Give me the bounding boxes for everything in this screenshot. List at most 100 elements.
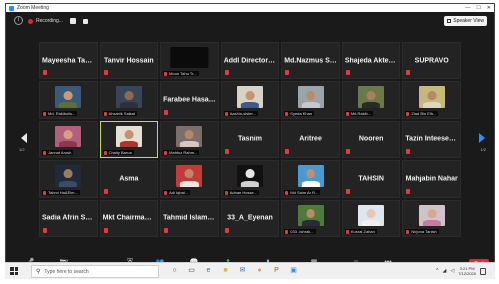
participant-tile[interactable]: Mkt Chairman,... bbox=[99, 199, 159, 237]
participant-body bbox=[59, 180, 78, 187]
chrome-icon[interactable]: ● bbox=[255, 266, 264, 276]
participant-video bbox=[176, 165, 203, 187]
powerpoint-icon[interactable]: P bbox=[272, 266, 281, 276]
previous-page-arrow-icon[interactable] bbox=[21, 133, 27, 143]
participant-tile[interactable]: Kusrat Zahan bbox=[341, 199, 401, 237]
participant-tile[interactable]: Tahmid Islam_62 bbox=[160, 199, 219, 237]
participant-tile[interactable]: Jannat Arush bbox=[39, 120, 98, 159]
mic-muted-icon bbox=[43, 190, 46, 195]
participant-name: Kusrat Zahan bbox=[350, 229, 375, 234]
taskbar-search-box[interactable]: ⚲ Type here to search bbox=[31, 265, 159, 278]
participant-tile[interactable]: Tasnim bbox=[220, 120, 280, 159]
participant-tile[interactable]: Mahfuz Rahm... bbox=[160, 120, 219, 159]
participant-tile[interactable]: Farabee Hasan... bbox=[160, 81, 219, 119]
edge-icon[interactable]: e bbox=[204, 266, 213, 276]
participant-body bbox=[59, 141, 78, 148]
speaker-view-button[interactable]: Speaker View bbox=[444, 16, 487, 26]
network-icon[interactable]: ◢ bbox=[442, 268, 446, 274]
participant-tile[interactable]: TAHSIN bbox=[341, 160, 401, 198]
participant-body bbox=[119, 141, 138, 148]
participant-tile[interactable]: Syeda Khan bbox=[281, 81, 340, 119]
participant-name-label: Adi Iqbal... bbox=[163, 189, 191, 195]
close-icon[interactable]: ✕ bbox=[487, 5, 491, 11]
mic-muted-icon bbox=[345, 70, 350, 76]
window-title: Zoom Meeting bbox=[17, 5, 49, 11]
system-tray: ^ ◢ ◁ 3:21 PM 7/12/2020 bbox=[436, 266, 486, 276]
participant-video bbox=[115, 125, 142, 148]
participant-video bbox=[55, 165, 82, 187]
meeting-info-icon[interactable]: i bbox=[14, 16, 23, 25]
participant-body bbox=[301, 180, 320, 187]
participant-name: Md.Rakib... bbox=[350, 110, 372, 116]
windows-taskbar: ⚲ Type here to search ○ ▭ e ■ ✉ ● P ▣ ^ ◢ ◁ 3:2… bbox=[5, 262, 495, 279]
mic-muted-icon bbox=[224, 70, 229, 76]
participant-name: TAHSIN bbox=[358, 175, 384, 183]
participant-tile[interactable]: 033 -Ishrak... bbox=[281, 199, 340, 237]
participant-tile[interactable]: Sadia Afrin Swe... bbox=[39, 199, 98, 237]
participant-tile[interactable]: Ziad Bin Elh... bbox=[402, 81, 461, 119]
participant-tile[interactable]: Ahsanik Saikat bbox=[99, 81, 159, 119]
mic-muted-icon bbox=[285, 190, 289, 195]
tray-up-arrow-icon[interactable]: ^ bbox=[436, 268, 438, 274]
participant-tile[interactable]: Adi Iqbal... bbox=[160, 160, 219, 198]
volume-icon[interactable]: ◁ bbox=[450, 268, 454, 274]
participant-tile[interactable]: Md.Nazmus Sh... bbox=[281, 42, 340, 80]
participant-name: Sadia Afrin Swe... bbox=[42, 214, 97, 222]
participant-tile[interactable]: Tanvir Hossain bbox=[99, 42, 159, 80]
participant-tile[interactable]: Md Saim Ar R... bbox=[281, 160, 340, 198]
file-explorer-icon[interactable]: ■ bbox=[221, 266, 230, 276]
participant-tile[interactable]: Asma bbox=[99, 160, 159, 198]
mail-icon[interactable]: ✉ bbox=[238, 266, 247, 276]
participant-face bbox=[124, 130, 134, 140]
participant-video bbox=[115, 86, 142, 108]
system-clock[interactable]: 3:21 PM 7/12/2020 bbox=[458, 266, 476, 276]
participant-name: Tanvir Hossain bbox=[104, 57, 154, 65]
participant-tile[interactable]: Mahjabin Nahar bbox=[402, 160, 461, 198]
participant-face bbox=[306, 169, 315, 179]
participant-tile[interactable]: Aashin-sister... bbox=[220, 81, 280, 119]
participant-name: Mayeesha Tasn... bbox=[42, 57, 97, 65]
participant-name: Ziad Bin Elh... bbox=[411, 110, 437, 116]
participant-tile[interactable]: Mayeesha Tasn... bbox=[39, 42, 98, 80]
participant-name: Jannat Arush bbox=[48, 150, 72, 156]
participant-video bbox=[418, 86, 445, 108]
participant-tile[interactable]: Chaity Barua bbox=[99, 120, 159, 159]
participant-name: Aashin-sister... bbox=[229, 110, 256, 116]
participant-tile[interactable]: Nooren bbox=[341, 120, 401, 159]
participant-face bbox=[427, 208, 437, 218]
zoom-icon[interactable]: ▣ bbox=[289, 266, 298, 276]
participant-tile[interactable]: Moon Tahu Tr... bbox=[160, 42, 219, 80]
participant-body bbox=[240, 101, 260, 108]
participant-tile[interactable]: Addl Director C... bbox=[220, 42, 280, 80]
participant-tile[interactable]: Tazin Inteeser (... bbox=[402, 120, 461, 159]
participant-tile[interactable]: Adnan Hosse... bbox=[220, 160, 280, 198]
notifications-icon[interactable] bbox=[480, 267, 486, 275]
stop-recording-icon[interactable] bbox=[82, 18, 88, 24]
participant-body bbox=[362, 101, 381, 108]
next-page-arrow-icon[interactable] bbox=[479, 133, 485, 143]
participant-face bbox=[63, 169, 73, 179]
maximize-icon[interactable]: ☐ bbox=[476, 5, 480, 11]
participant-tile[interactable]: SUPRAVO bbox=[402, 42, 461, 80]
clock-date: 7/12/2020 bbox=[458, 271, 476, 276]
participant-body bbox=[119, 101, 138, 108]
search-circle-icon[interactable]: ○ bbox=[170, 266, 179, 276]
minimize-icon[interactable]: — bbox=[465, 5, 470, 11]
windows-start-icon[interactable] bbox=[10, 267, 18, 275]
participant-name-label: Nirjona Tanish bbox=[405, 229, 439, 234]
participant-name: Nooren bbox=[358, 135, 384, 143]
participant-tile[interactable]: Tahmi Ha&Elm... bbox=[39, 160, 98, 198]
participant-face bbox=[366, 208, 376, 218]
participant-tile[interactable]: Md.Rakib... bbox=[341, 81, 401, 119]
participant-tile[interactable]: 33_A_Eyenan bbox=[220, 199, 280, 237]
mic-muted-icon bbox=[164, 72, 168, 77]
mic-muted-icon bbox=[103, 228, 108, 233]
participant-tile[interactable]: Aritree bbox=[281, 120, 340, 159]
participant-tile[interactable]: Shajeda Akter S... bbox=[341, 42, 401, 80]
pause-recording-icon[interactable] bbox=[69, 18, 76, 24]
participant-tile[interactable]: Md. Rakibulis... bbox=[39, 81, 98, 119]
participant-tile[interactable]: Nirjona Tanish bbox=[402, 199, 461, 237]
search-placeholder: Type here to search bbox=[44, 268, 89, 275]
participant-face bbox=[63, 130, 73, 140]
task-view-icon[interactable]: ▭ bbox=[187, 266, 196, 276]
